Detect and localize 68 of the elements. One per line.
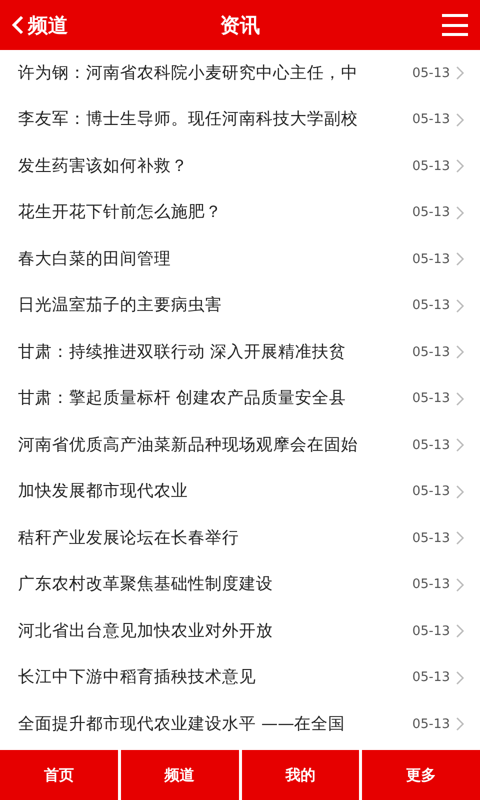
article-title: 河南省优质高产油菜新品种现场观摩会在固始 xyxy=(18,434,359,456)
chevron-right-icon xyxy=(456,206,464,220)
article-row[interactable]: 长江中下游中稻育插秧技术意见 05-13 xyxy=(0,654,480,701)
article-row[interactable]: 秸秆产业发展论坛在长春举行 05-13 xyxy=(0,515,480,562)
article-title: 甘肃：擎起质量标杆 创建农产品质量安全县 xyxy=(18,387,348,410)
article-date: 05-13 xyxy=(412,483,450,501)
article-title: 日光温室茄子的主要病虫害 xyxy=(18,294,223,316)
chevron-right-icon xyxy=(456,624,464,638)
back-chevron-icon xyxy=(12,15,24,35)
article-date: 05-13 xyxy=(412,64,450,82)
article-date: 05-13 xyxy=(412,576,450,594)
article-title: 发生药害该如何补救？ xyxy=(18,154,189,177)
article-title: 秸秆产业发展论坛在长春举行 xyxy=(18,526,240,549)
article-title: 全面提升都市现代农业建设水平 ——在全国 xyxy=(18,712,346,735)
article-date: 05-13 xyxy=(412,390,450,408)
article-row[interactable]: 河南省优质高产油菜新品种现场观摩会在固始 05-13 xyxy=(0,422,480,468)
article-title: 花生开花下针前怎么施肥？ xyxy=(18,201,223,224)
article-row[interactable]: 发生药害该如何补救？ 05-13 xyxy=(0,143,480,190)
menu-icon[interactable] xyxy=(442,14,468,36)
chevron-right-icon xyxy=(456,252,464,266)
chevron-right-icon xyxy=(456,112,464,127)
article-row[interactable]: 许为钢：河南省农科院小麦研究中心主任，中 05-13 xyxy=(0,50,480,96)
chevron-right-icon xyxy=(456,531,464,546)
chevron-right-icon xyxy=(456,484,464,499)
chevron-right-icon xyxy=(456,670,464,685)
article-row[interactable]: 花生开花下针前怎么施肥？ 05-13 xyxy=(0,190,480,236)
article-date: 05-13 xyxy=(412,530,450,548)
article-title: 许为钢：河南省农科院小麦研究中心主任，中 xyxy=(18,62,359,84)
article-title: 长江中下游中稻育插秧技术意见 xyxy=(18,666,257,688)
article-row[interactable]: 全面提升都市现代农业建设水平 ——在全国 05-13 xyxy=(0,701,480,748)
tab-button[interactable]: 首页 xyxy=(0,750,118,800)
back-button[interactable]: 频道 xyxy=(12,10,112,40)
article-row[interactable]: 春大白菜的田间管理 05-13 xyxy=(0,236,480,282)
article-date: 05-13 xyxy=(412,344,450,362)
article-row[interactable]: 加快发展都市现代农业 05-13 xyxy=(0,468,480,515)
chevron-right-icon xyxy=(456,717,464,732)
article-row[interactable]: 河北省出台意见加快农业对外开放 05-13 xyxy=(0,608,480,654)
chevron-right-icon xyxy=(456,392,464,406)
article-date: 05-13 xyxy=(412,204,450,222)
article-row[interactable]: 广东农村改革聚焦基础性制度建设 05-13 xyxy=(0,562,480,608)
page-title: 资讯 xyxy=(219,12,261,39)
tab-button[interactable]: 频道 xyxy=(120,750,238,800)
article-title: 李友军：博士生导师。现任河南科技大学副校 xyxy=(18,108,359,130)
article-row[interactable]: 日光温室茄子的主要病虫害 05-13 xyxy=(0,282,480,329)
tab-button[interactable]: 我的 xyxy=(242,750,360,800)
article-date: 05-13 xyxy=(412,622,450,640)
article-date: 05-13 xyxy=(412,250,450,268)
article-date: 05-13 xyxy=(412,716,450,734)
article-title: 加快发展都市现代农业 xyxy=(18,480,189,502)
chevron-right-icon xyxy=(456,345,464,360)
chevron-right-icon xyxy=(456,159,464,174)
chevron-right-icon xyxy=(456,578,464,592)
chevron-right-icon xyxy=(456,438,464,452)
article-title: 河北省出台意见加快农业对外开放 xyxy=(18,620,274,642)
article-row[interactable]: 甘肃：擎起质量标杆 创建农产品质量安全县 05-13 xyxy=(0,376,480,422)
article-title: 春大白菜的田间管理 xyxy=(18,248,172,270)
article-date: 05-13 xyxy=(412,669,450,687)
chevron-right-icon xyxy=(456,66,464,80)
article-date: 05-13 xyxy=(412,436,450,454)
chevron-right-icon xyxy=(456,298,464,313)
article-title: 甘肃：持续推进双联行动 深入开展精准扶贫 xyxy=(18,340,348,363)
article-date: 05-13 xyxy=(412,158,450,176)
tab-button[interactable]: 更多 xyxy=(362,750,480,800)
article-row[interactable]: 甘肃：持续推进双联行动 深入开展精准扶贫 05-13 xyxy=(0,329,480,376)
article-title: 广东农村改革聚焦基础性制度建设 xyxy=(18,573,274,596)
article-date: 05-13 xyxy=(412,111,450,129)
article-date: 05-13 xyxy=(412,297,450,315)
article-row[interactable]: 李友军：博士生导师。现任河南科技大学副校 05-13 xyxy=(0,96,480,143)
